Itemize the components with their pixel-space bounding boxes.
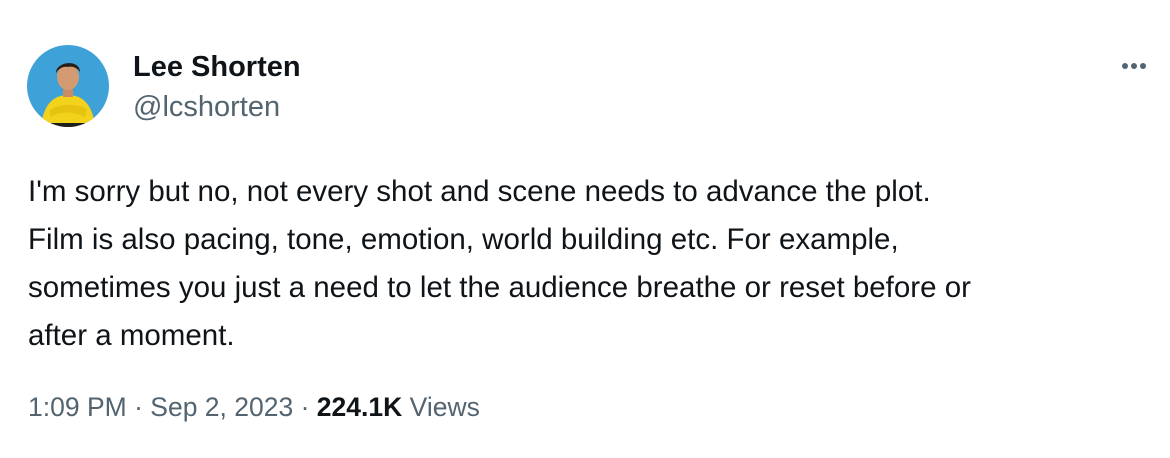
author-handle[interactable]: @lcshorten xyxy=(133,90,280,124)
tweet-date[interactable]: Sep 2, 2023 xyxy=(150,392,293,422)
tweet-text: I'm sorry but no, not every shot and sce… xyxy=(28,168,1153,360)
views-count: 224.1K xyxy=(316,392,403,422)
tweet-text-line: sometimes you just a need to let the aud… xyxy=(28,271,971,304)
more-horizontal-icon xyxy=(1122,63,1146,69)
author-display-name[interactable]: Lee Shorten xyxy=(133,50,301,84)
meta-separator: · xyxy=(134,392,143,422)
avatar-image xyxy=(27,45,109,127)
views-link[interactable]: 224.1K Views xyxy=(317,392,480,422)
tweet-time[interactable]: 1:09 PM xyxy=(28,392,127,422)
author-avatar[interactable] xyxy=(27,45,109,127)
tweet-text-line: I'm sorry but no, not every shot and sce… xyxy=(28,175,931,208)
tweet-text-line: Film is also pacing, tone, emotion, worl… xyxy=(28,223,899,256)
more-options-button[interactable] xyxy=(1118,56,1150,76)
views-label: Views xyxy=(409,392,480,422)
tweet-card: Lee Shorten @lcshorten I'm sorry but no,… xyxy=(0,0,1170,458)
meta-separator: · xyxy=(300,392,310,422)
tweet-text-line: after a moment. xyxy=(28,319,235,352)
tweet-meta: 1:09 PM · Sep 2, 2023 · 224.1K Views xyxy=(28,390,480,424)
